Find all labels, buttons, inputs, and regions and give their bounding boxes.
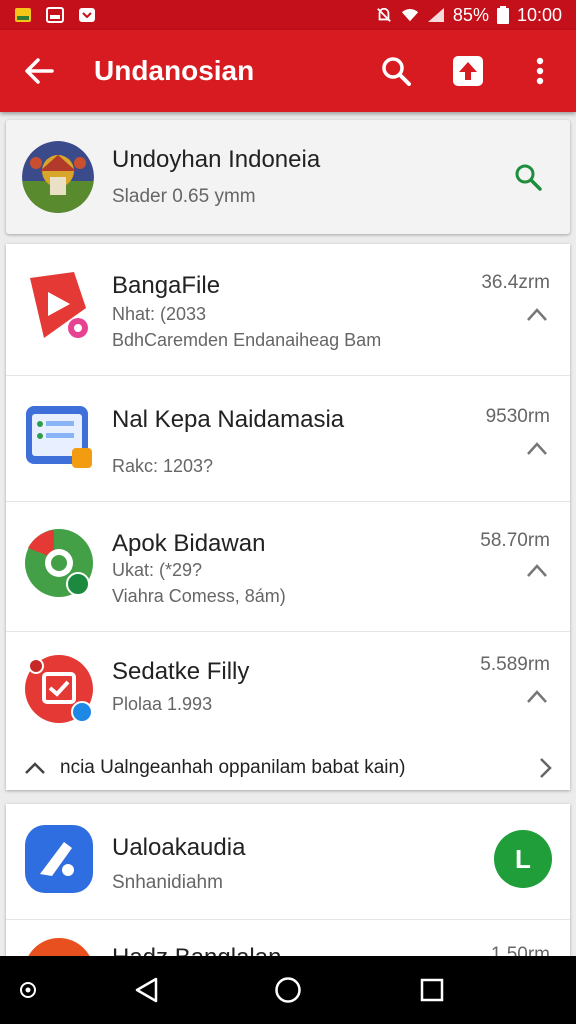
app-name: Sedatke Filly	[112, 658, 250, 685]
battery-percent: 85%	[452, 4, 489, 25]
app-size: 5.589rm	[480, 654, 550, 675]
chevron-right-icon[interactable]	[538, 757, 552, 779]
back-nav-button[interactable]	[112, 956, 180, 1024]
phone-icon	[24, 528, 94, 598]
header-card-subtitle: Slader 0.65 ymm	[112, 186, 256, 207]
chevron-up-icon[interactable]	[24, 761, 46, 775]
music-icon	[24, 824, 94, 894]
app-version: Rakc: 1203?	[112, 456, 214, 476]
page-title: Undanosian	[94, 55, 255, 86]
app-list-card: BangaFile Nhat: (2033 BdhCaremden Endana…	[6, 244, 570, 790]
app-name: BangaFile	[112, 272, 221, 299]
battery-icon	[496, 6, 509, 24]
secondary-app-card: Ualoakaudia Snhanidiahm L Hadz Banglalan…	[6, 804, 570, 964]
back-arrow-icon	[25, 58, 54, 84]
upload-button[interactable]	[432, 30, 504, 112]
notification-icon	[15, 8, 31, 22]
footer-row-text: ncia Ualngeanhah oppanilam babat kain)	[60, 757, 406, 778]
wifi-icon	[401, 9, 419, 22]
search-icon	[382, 57, 411, 86]
header-card[interactable]: Undoyhan Indoneia Slader 0.65 ymm	[6, 120, 570, 234]
app-size: 58.70rm	[480, 530, 550, 551]
navigation-bar	[0, 956, 576, 1024]
app-version: Ukat: (*29?	[112, 560, 203, 580]
chevron-up-icon[interactable]	[526, 688, 548, 704]
chevron-up-icon[interactable]	[526, 306, 548, 322]
app-description: BdhCaremden Endanaiheag Bam	[112, 330, 382, 350]
form-icon	[24, 402, 94, 472]
app-name: Ualoakaudia	[112, 834, 246, 861]
app-bar: Undanosian	[0, 30, 576, 112]
home-button[interactable]	[254, 956, 322, 1024]
header-card-search-button[interactable]	[498, 163, 558, 191]
indonesia-emblem-logo	[22, 141, 94, 213]
action-fab-button[interactable]: L	[494, 830, 552, 888]
more-options-button[interactable]	[504, 30, 576, 112]
chat-icon	[79, 8, 95, 22]
list-item[interactable]: Sedatke Filly Plolaa 1.993 5.589rm	[6, 632, 570, 746]
app-size: 36.4zrm	[481, 272, 550, 293]
list-item[interactable]: BangaFile Nhat: (2033 BdhCaremden Endana…	[6, 244, 570, 376]
recents-button[interactable]	[398, 956, 466, 1024]
home-circle-icon	[275, 977, 301, 1003]
assist-button[interactable]	[8, 956, 48, 1024]
clock: 10:00	[516, 4, 562, 25]
app-name: Apok Bidawan	[112, 530, 266, 557]
search-button[interactable]	[360, 30, 432, 112]
app-name: Nal Kepa Naidamasia	[112, 406, 345, 433]
app-version: Plolaa 1.993	[112, 694, 213, 714]
assist-icon	[20, 982, 36, 998]
do-not-disturb-icon	[377, 7, 391, 22]
app-description: Viahra Comess, 8ám)	[112, 586, 286, 606]
expand-footer-row[interactable]: ncia Ualngeanhah oppanilam babat kain)	[6, 746, 570, 790]
list-item[interactable]: Ualoakaudia Snhanidiahm L	[6, 804, 570, 920]
search-icon	[515, 164, 542, 191]
recents-square-icon	[420, 978, 444, 1002]
signal-icon	[427, 8, 444, 22]
upload-icon	[453, 56, 483, 86]
app-version: Nhat: (2033	[112, 304, 207, 324]
header-card-title: Undoyhan Indoneia	[112, 146, 321, 173]
back-button[interactable]	[0, 30, 78, 112]
image-icon	[46, 7, 64, 23]
more-vert-icon	[536, 57, 544, 85]
check-icon	[24, 654, 94, 724]
app-size: 9530rm	[485, 406, 550, 427]
back-triangle-icon	[135, 977, 158, 1003]
chevron-up-icon[interactable]	[526, 440, 548, 456]
list-item[interactable]: Apok Bidawan Ukat: (*29? Viahra Comess, …	[6, 502, 570, 632]
status-bar: 85% 10:00	[0, 0, 576, 30]
chevron-up-icon[interactable]	[526, 562, 548, 578]
play-icon	[24, 270, 94, 340]
app-subtitle: Snhanidiahm	[112, 872, 223, 893]
list-item[interactable]: Nal Kepa Naidamasia Rakc: 1203? 9530rm	[6, 376, 570, 502]
